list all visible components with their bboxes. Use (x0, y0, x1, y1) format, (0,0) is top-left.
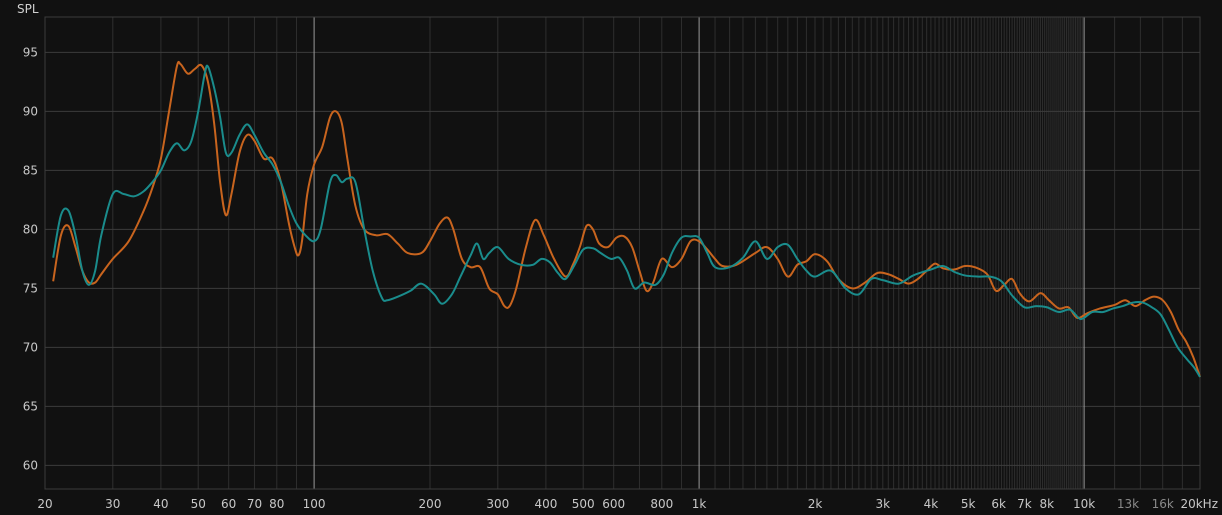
x-tick-label: 8k (1039, 497, 1054, 511)
x-tick-label: 200 (419, 497, 442, 511)
y-tick-label: 90 (23, 104, 38, 118)
x-tick-label: 3k (875, 497, 890, 511)
x-tick-label: 40 (153, 497, 168, 511)
y-tick-label: 65 (23, 399, 38, 413)
x-tick-label: 16k (1152, 497, 1174, 511)
x-tick-label: 400 (534, 497, 557, 511)
x-tick-label: 300 (486, 497, 509, 511)
x-tick-label: 13k (1117, 497, 1139, 511)
x-tick-label: 70 (247, 497, 262, 511)
x-tick-label: 1k (692, 497, 707, 511)
x-tick-label: 80 (269, 497, 284, 511)
x-tick-label: 60 (221, 497, 236, 511)
x-tick-label: 6k (991, 497, 1006, 511)
frequency-response-chart: 60 65 70 75 80 85 90 95 20 30 40 50 60 70 80 100 200 300… (0, 0, 1222, 515)
x-tick-label: 100 (303, 497, 326, 511)
x-tick-label: 20 (37, 497, 52, 511)
y-axis-label: SPL (17, 2, 39, 16)
y-tick-label: 95 (23, 45, 38, 59)
x-tick-label: 7k (1017, 497, 1032, 511)
x-tick-label: 600 (602, 497, 625, 511)
x-tick-label: 2k (808, 497, 823, 511)
y-tick-label: 75 (23, 281, 38, 295)
x-tick-label: 30 (105, 497, 120, 511)
y-tick-label: 85 (23, 163, 38, 177)
x-tick-label: 4k (924, 497, 939, 511)
y-tick-label: 70 (23, 340, 38, 354)
x-tick-label: 500 (572, 497, 595, 511)
x-tick-label: 800 (650, 497, 673, 511)
x-tick-label: 10k (1073, 497, 1095, 511)
y-tick-label: 80 (23, 222, 38, 236)
y-tick-label: 60 (23, 458, 38, 472)
x-tick-label: 5k (961, 497, 976, 511)
x-tick-label: 50 (191, 497, 206, 511)
x-tick-label: 20kHz (1180, 497, 1218, 511)
